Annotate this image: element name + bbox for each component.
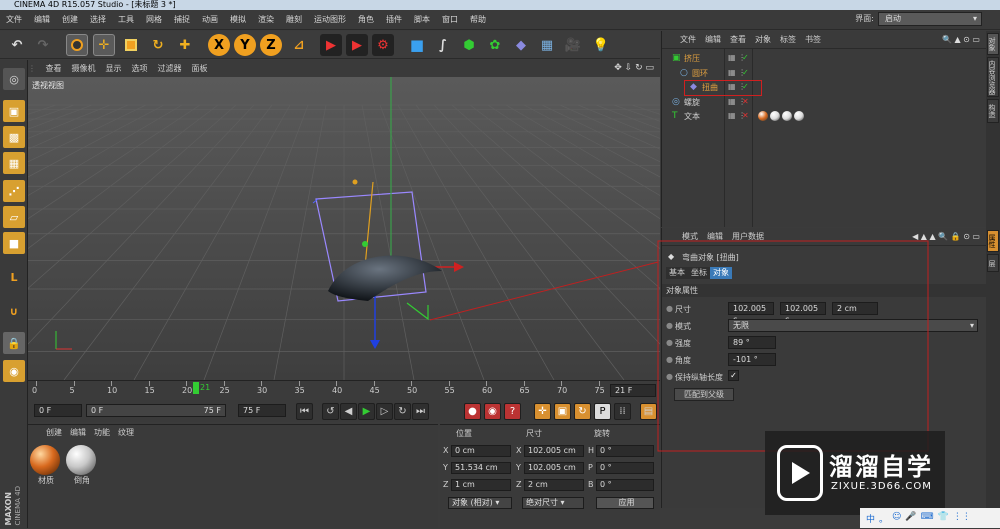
mic-icon[interactable]: 🎤 [905, 512, 916, 525]
emoji-icon[interactable]: ☺ [892, 512, 901, 525]
watermark-cn: 溜溜自学 [829, 453, 933, 481]
tab-structure-vertical[interactable]: 构造 [987, 99, 999, 123]
tab-content-browser-vertical[interactable]: 内容浏览器 [987, 57, 999, 97]
grid-icon[interactable]: ⋮⋮ [953, 512, 971, 525]
punct-icon[interactable]: 。 [879, 512, 888, 525]
play-logo-icon [777, 445, 823, 501]
right-tab-strip: 对象 内容浏览器 构造 属性 层 [986, 31, 1000, 508]
tab-attributes-vertical[interactable]: 属性 [987, 230, 999, 252]
watermark: 溜溜自学 ZIXUE.3D66.COM [765, 431, 945, 515]
ime-lang-icon[interactable]: 中 [866, 512, 875, 525]
tab-objects-vertical[interactable]: 对象 [987, 33, 999, 55]
watermark-url: ZIXUE.3D66.COM [831, 481, 932, 492]
keyboard-icon[interactable]: ⌨ [921, 512, 934, 525]
tab-layers-vertical[interactable]: 层 [987, 254, 999, 272]
ime-taskbar: 中。 ☺ 🎤 ⌨ 👕 ⋮⋮ [860, 508, 1000, 528]
skin-icon[interactable]: 👕 [938, 512, 949, 525]
